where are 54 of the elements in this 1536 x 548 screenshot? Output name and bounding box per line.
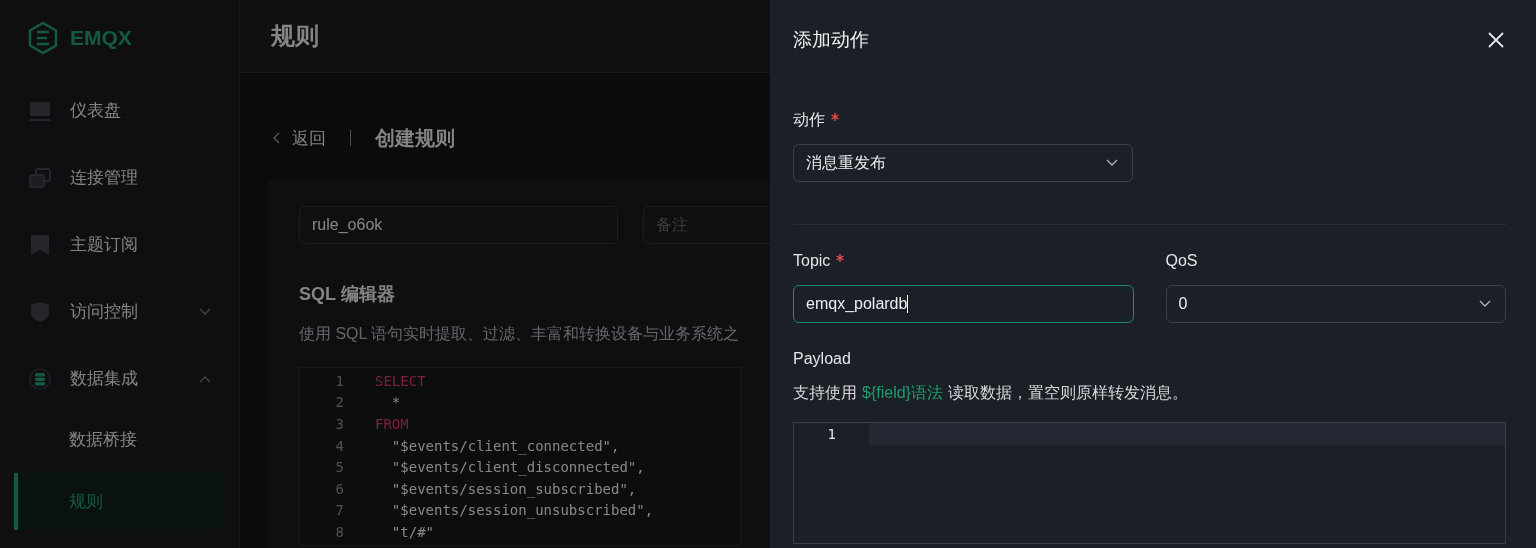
back-link[interactable]: 返回 [272,126,326,150]
logo-text: EMQX [70,25,132,50]
field-label: 动作 [793,109,825,130]
line-number: 4 [334,437,344,454]
form-title: 创建规则 [375,125,455,151]
logo-icon [28,20,58,55]
chevron-icon [199,374,211,383]
chevron-icon [1479,300,1491,308]
syntax-link[interactable]: ${field}语法 [862,383,943,404]
hint-text: 支持使用 [793,383,857,403]
section-description: 使用 SQL 语句实时提取、过滤、丰富和转换设备与业务系统之 [299,324,740,344]
topic-field[interactable]: emqx_polardb [793,285,1134,323]
shield-icon [28,299,52,324]
nav-item[interactable]: 仪表盘 [14,89,225,133]
code-line: "t/#" [390,523,434,540]
qos-select[interactable]: 0 [1165,285,1506,323]
code-editor[interactable]: 1 SELECT 2 * 3 FROM 4 "$events/client_connected", 5 "$events/client_disconnected", 6 "$events/session_subscribed", 7 "$events/session_unsubscribed", 8 "t/#" [299,367,741,546]
line-number: 8 [334,523,344,540]
code-line: SELECT [375,372,426,389]
page-title: 规则 [271,21,319,51]
nav-item[interactable]: 主题订阅 [14,223,225,267]
hint-text: 读取数据，置空则原样转发消息。 [947,383,1188,403]
back-icon [272,132,280,144]
line-number: 6 [334,480,344,497]
chevron-icon [1106,159,1118,167]
nav-subitem[interactable]: 数据桥接 [14,418,225,462]
nav-item[interactable]: 访问控制 [14,290,225,334]
line-number: 5 [334,459,344,476]
line-number: 2 [334,394,344,411]
section-title: SQL 编辑器 [299,283,395,306]
bookmark-icon [28,232,52,257]
field-label: QoS [1165,252,1198,270]
code-line: "$events/client_connected", [390,437,620,454]
nav-item[interactable]: 连接管理 [14,156,225,200]
field-label: Payload [793,350,851,368]
chevron-icon [199,307,211,316]
code-line: "$events/session_unsubscribed", [390,502,654,519]
field-label: Topic [793,252,831,270]
code-line: * [390,394,401,411]
line-number: 7 [334,502,344,519]
code-line: FROM [375,416,409,432]
action-select[interactable]: 消息重发布 [793,144,1133,182]
line-number: 1 [826,426,836,442]
drawer-title: 添加动作 [793,28,869,52]
payload-editor[interactable]: 1 [793,422,1506,544]
name-field[interactable]: rule_o6ok [299,206,618,244]
database-icon [28,366,52,391]
line-number: 3 [334,416,344,432]
code-line: "$events/session_subscribed", [390,480,637,497]
code-line: "$events/client_disconnected", [390,459,645,476]
line-number: 1 [334,372,344,389]
windows-icon [28,165,52,190]
nav-item[interactable]: 数据集成 [14,357,225,401]
close-icon[interactable] [1488,32,1504,48]
